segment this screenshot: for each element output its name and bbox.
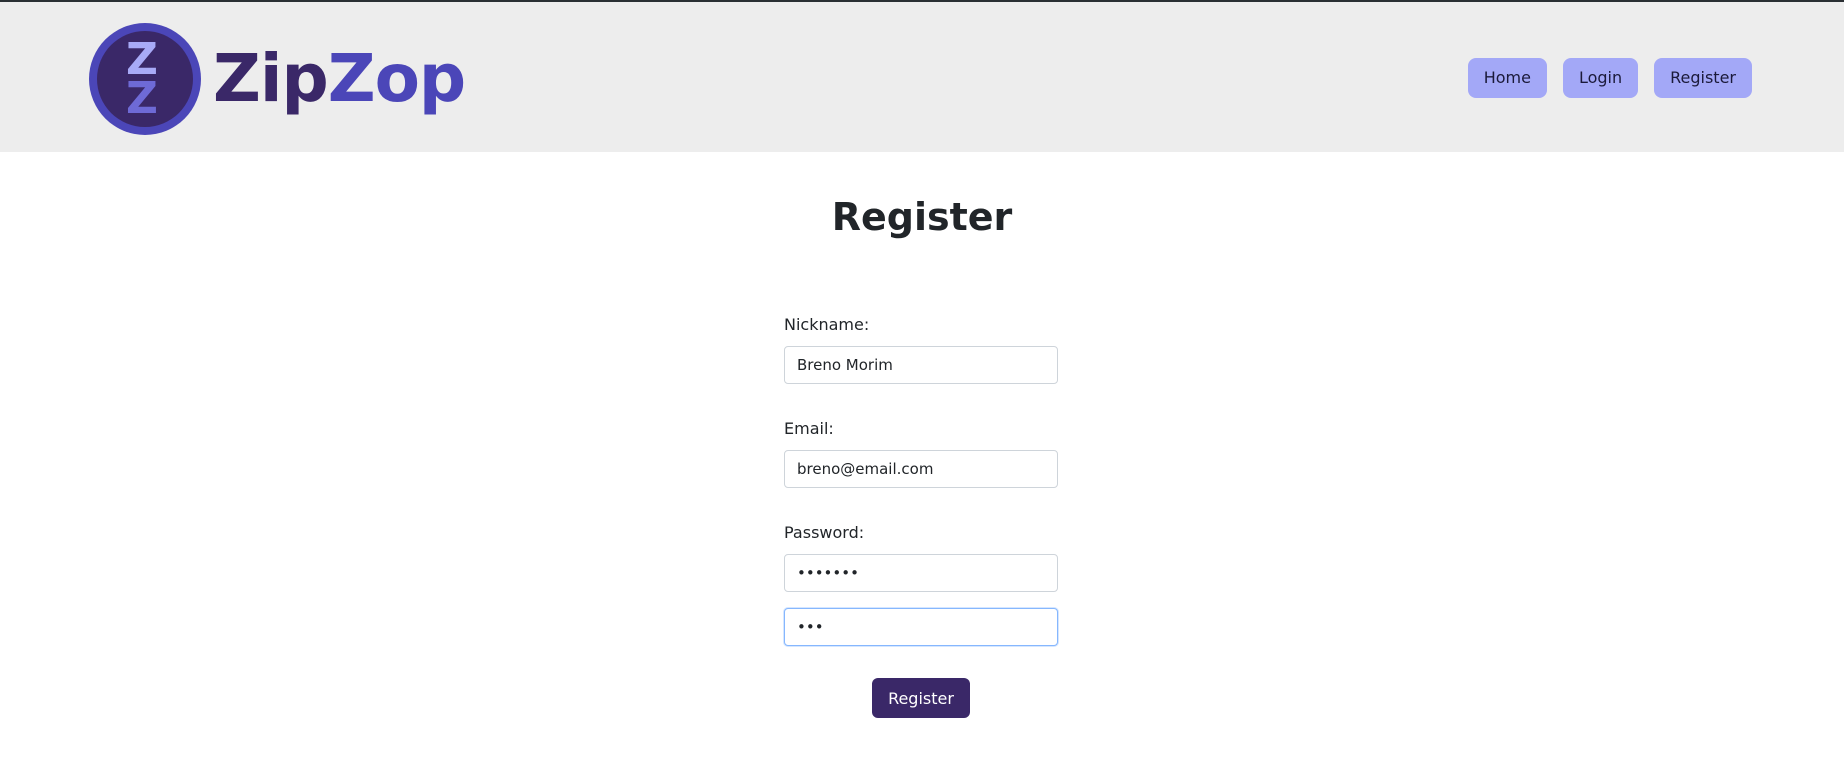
brand-logo-link[interactable]: Z Z ZipZop — [89, 22, 466, 136]
submit-wrap: Register — [784, 678, 1058, 718]
email-input[interactable] — [784, 450, 1058, 488]
register-submit-button[interactable]: Register — [872, 678, 970, 718]
nickname-input[interactable] — [784, 346, 1058, 384]
nav-home-button[interactable]: Home — [1467, 58, 1547, 98]
email-label: Email: — [784, 419, 834, 438]
nickname-label: Nickname: — [784, 315, 870, 334]
logo-badge-icon: Z Z — [89, 23, 201, 135]
site-header: Z Z ZipZop Home Login Register — [0, 2, 1844, 152]
nav-login-button[interactable]: Login — [1562, 58, 1639, 98]
password-label: Password: — [784, 523, 865, 542]
password-group: Password: — [784, 522, 1058, 592]
nickname-group: Nickname: — [784, 314, 1058, 384]
brand-wordmark: ZipZop — [213, 46, 466, 112]
page-title: Register — [831, 195, 1013, 239]
email-group: Email: — [784, 418, 1058, 488]
confirm-password-input[interactable] — [784, 608, 1058, 646]
nav-register-button[interactable]: Register — [1654, 58, 1752, 98]
password-input[interactable] — [784, 554, 1058, 592]
register-form: Nickname: Email: Password: Register — [784, 314, 1058, 718]
brand-wordmark-part2: Zop — [327, 40, 466, 117]
logo-letter-bottom: Z — [126, 73, 158, 124]
brand-wordmark-part1: Zip — [213, 40, 329, 117]
main-nav: Home Login Register — [1467, 58, 1752, 98]
